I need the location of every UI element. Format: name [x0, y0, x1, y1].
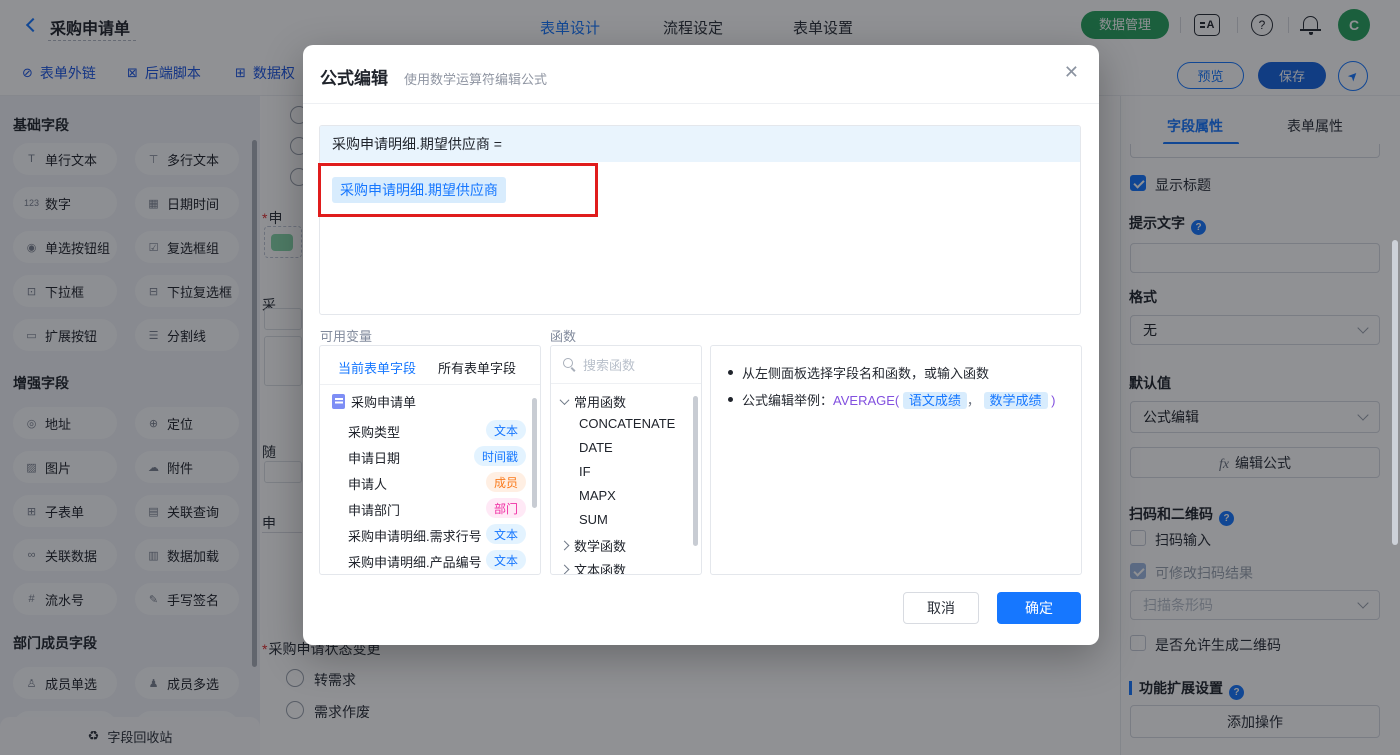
formula-editor-area[interactable]: 采购申请明细.期望供应商 = 采购申请明细.期望供应商: [319, 125, 1081, 315]
function-group-label: 数学函数: [574, 539, 627, 554]
tab-all-form-fields[interactable]: 所有表单字段: [438, 358, 516, 377]
bullet-dot: [728, 397, 733, 402]
formula-editor-modal: 公式编辑 使用数学运算符编辑公式 ✕ 采购申请明细.期望供应商 = 采购申请明细…: [303, 45, 1099, 645]
annotation-highlight-box: [318, 163, 598, 217]
functions-scrollbar[interactable]: [693, 396, 698, 546]
tree-field-row[interactable]: 采购申请明细.需求行号: [348, 526, 482, 545]
search-icon: [563, 358, 576, 371]
function-item[interactable]: MAPX: [579, 488, 616, 503]
tab-current-form-fields[interactable]: 当前表单字段: [338, 358, 416, 377]
modal-title: 公式编辑: [320, 69, 388, 88]
functions-label: 函数: [550, 329, 577, 344]
function-item[interactable]: IF: [579, 464, 591, 479]
modal-header-divider: [303, 103, 1099, 104]
example-comma: ，: [966, 393, 980, 408]
field-type-badge: 部门: [485, 498, 526, 518]
cancel-button[interactable]: 取消: [903, 592, 979, 624]
search-placeholder: 搜索函数: [583, 358, 636, 373]
variables-label: 可用变量: [320, 329, 373, 344]
window-scrollbar[interactable]: [1392, 240, 1398, 545]
hint-line-2: 公式编辑举例：AVERAGE( 语文成绩， 数学成绩 ): [742, 390, 1056, 409]
function-group-label: 文本函数: [574, 563, 627, 575]
tree-root-label: 采购申请单: [351, 395, 417, 410]
example-prefix: 公式编辑举例：: [742, 393, 834, 408]
variables-tabs-divider: [320, 384, 540, 385]
close-icon[interactable]: ✕: [1064, 63, 1079, 81]
variables-panel: 当前表单字段 所有表单字段 采购申请单 采购类型 文本 申请日期 时间戳 申请人…: [319, 345, 541, 575]
app-window: 采购申请单 表单设计 流程设定 表单设置 数据管理 A ? C ⊘ 表单外链 ⊠…: [0, 0, 1400, 755]
function-item[interactable]: DATE: [579, 440, 613, 455]
chevron-right-icon: [559, 564, 570, 574]
function-group-math[interactable]: 数学函数: [559, 536, 627, 555]
example-close-paren: ): [1051, 393, 1056, 408]
function-name: DATE: [579, 440, 613, 455]
tree-field-row[interactable]: 申请部门: [348, 500, 400, 519]
field-name: 采购类型: [348, 425, 401, 440]
tree-field-row[interactable]: 采购申请明细.产品编号: [348, 552, 482, 571]
field-type-badge: 文本: [485, 524, 526, 544]
field-type-badge: 文本: [485, 550, 526, 570]
bullet-dot: [728, 370, 733, 375]
field-type-badge: 时间戳: [473, 446, 526, 466]
function-group-text[interactable]: 文本函数: [559, 560, 627, 575]
hints-panel: 从左侧面板选择字段名和函数，或输入函数 公式编辑举例：AVERAGE( 语文成绩…: [710, 345, 1082, 575]
field-type-badge: 文本: [485, 420, 526, 440]
example-field-token: 数学成绩: [983, 392, 1048, 409]
field-name: 申请人: [348, 477, 388, 492]
functions-panel: 搜索函数 常用函数 CONCATENATE DATE IF MAPX SUM 数…: [550, 345, 702, 575]
field-type-badge: 成员: [485, 472, 526, 492]
tree-field-row[interactable]: 申请人: [348, 474, 387, 493]
example-function: AVERAGE(: [833, 393, 900, 408]
chevron-right-icon: [559, 540, 570, 551]
formula-target-bar: 采购申请明细.期望供应商 =: [320, 126, 1080, 162]
field-name: 申请部门: [348, 503, 401, 518]
field-name: 采购申请明细.需求行号: [348, 529, 482, 544]
confirm-button[interactable]: 确定: [997, 592, 1081, 624]
function-group-common[interactable]: 常用函数: [559, 392, 627, 411]
tree-field-row[interactable]: 申请日期: [348, 448, 400, 467]
tree-root-form[interactable]: 采购申请单: [332, 392, 416, 411]
field-name: 申请日期: [348, 451, 401, 466]
tree-field-row[interactable]: 采购类型: [348, 422, 400, 441]
field-name: 采购申请明细.产品编号: [348, 555, 482, 570]
chevron-down-icon: [559, 395, 570, 406]
function-item[interactable]: SUM: [579, 512, 608, 527]
hint-line-1: 从左侧面板选择字段名和函数，或输入函数: [742, 366, 990, 381]
function-name: CONCATENATE: [579, 416, 676, 431]
function-name: IF: [579, 464, 591, 479]
function-search-box[interactable]: 搜索函数: [551, 346, 701, 384]
function-item[interactable]: CONCATENATE: [579, 416, 675, 431]
form-doc-icon: [332, 394, 345, 409]
example-field-token: 语文成绩: [902, 392, 967, 409]
variables-scrollbar[interactable]: [532, 398, 537, 508]
function-group-label: 常用函数: [574, 395, 627, 410]
function-name: MAPX: [579, 488, 616, 503]
function-name: SUM: [579, 512, 608, 527]
modal-subtitle: 使用数学运算符编辑公式: [404, 72, 548, 87]
